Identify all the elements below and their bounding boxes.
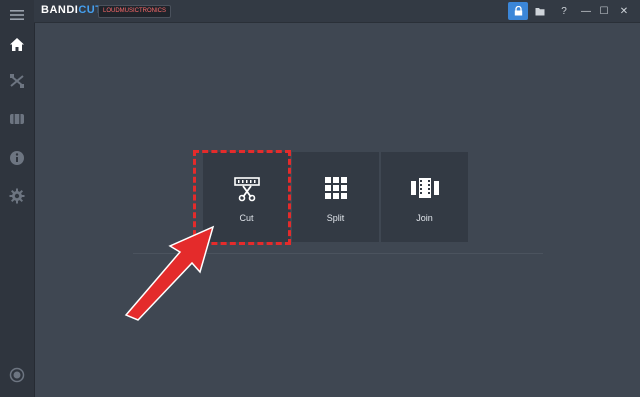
minimize-button[interactable]: — — [576, 2, 596, 20]
logo-main-text: BANDI — [41, 4, 79, 16]
sidebar-item-info[interactable] — [0, 143, 34, 173]
maximize-icon: ☐ — [599, 5, 609, 17]
app-logo: BANDICUT — [41, 4, 102, 16]
split-icon — [324, 177, 347, 199]
info-icon — [10, 151, 24, 165]
sidebar — [0, 0, 35, 397]
film-icon — [10, 114, 24, 124]
gear-icon — [9, 188, 25, 204]
join-icon — [410, 178, 439, 198]
sidebar-item-film[interactable] — [0, 104, 34, 134]
sidebar-item-settings[interactable] — [0, 181, 34, 211]
menu-icon — [10, 10, 24, 20]
lock-icon — [514, 6, 522, 16]
title-bar: BANDICUT LOUDMUSICTRONICS ? — ☐ ✕ — [34, 0, 640, 23]
record-button[interactable] — [0, 360, 34, 390]
split-label: Split — [326, 213, 345, 223]
sidebar-item-home[interactable] — [0, 29, 34, 59]
maximize-button[interactable]: ☐ — [594, 2, 614, 20]
record-icon — [9, 367, 25, 383]
lock-button[interactable] — [508, 2, 528, 20]
help-icon: ? — [561, 5, 567, 17]
join-label: Join — [416, 213, 433, 223]
folder-icon — [535, 7, 545, 15]
menu-button[interactable] — [0, 0, 34, 30]
pointer-arrow-icon — [124, 225, 215, 321]
cut-join-icon — [10, 74, 24, 88]
logo-badge: LOUDMUSICTRONICS — [98, 5, 172, 18]
folder-button[interactable] — [530, 2, 550, 20]
join-mode-button[interactable]: Join — [381, 152, 468, 242]
home-icon — [10, 37, 24, 51]
split-mode-button[interactable]: Split — [292, 152, 379, 242]
close-button[interactable]: ✕ — [614, 2, 634, 20]
close-icon: ✕ — [619, 5, 629, 17]
minimize-icon: — — [581, 5, 591, 17]
sidebar-item-cut-join[interactable] — [0, 66, 34, 96]
help-button[interactable]: ? — [554, 2, 574, 20]
